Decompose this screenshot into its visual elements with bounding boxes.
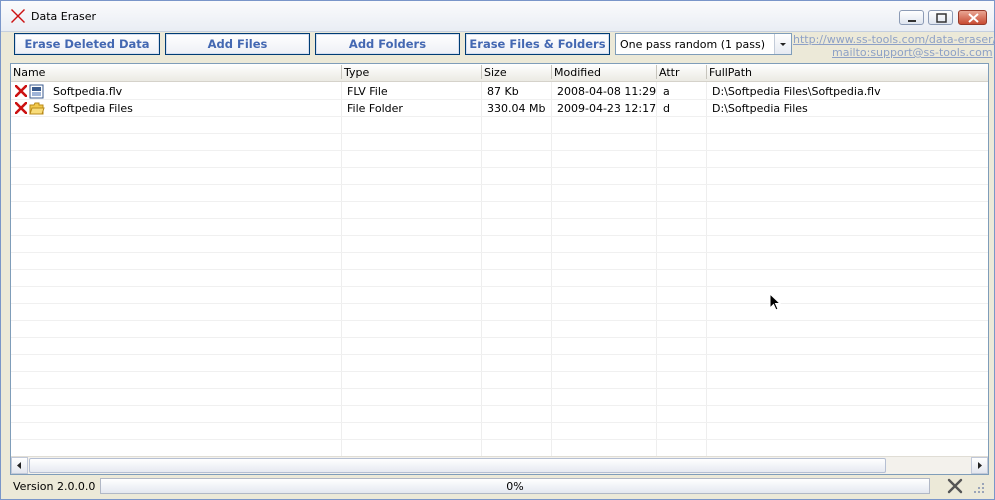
chevron-down-icon bbox=[780, 43, 786, 46]
row-type: File Folder bbox=[347, 102, 403, 115]
minimize-icon bbox=[908, 20, 916, 22]
grid-row-line bbox=[11, 354, 988, 355]
grid-row-line bbox=[11, 252, 988, 253]
toolbar: Erase Deleted Data Add Files Add Folders… bbox=[1, 32, 995, 62]
column-divider[interactable] bbox=[706, 65, 707, 79]
resize-grip-icon[interactable] bbox=[973, 482, 985, 494]
scroll-left-button[interactable] bbox=[11, 457, 28, 474]
grid-row-line bbox=[11, 439, 988, 440]
stop-x-icon[interactable] bbox=[946, 478, 964, 494]
grid-row-line bbox=[11, 133, 988, 134]
arrow-left-icon bbox=[17, 462, 21, 469]
grid-row-line bbox=[11, 167, 988, 168]
progress-bar: 0% bbox=[100, 478, 930, 494]
grid-row-line bbox=[11, 269, 988, 270]
row-fullpath: D:\Softpedia Files\Softpedia.flv bbox=[712, 85, 881, 98]
row-attr: a bbox=[663, 85, 670, 98]
row-name: Softpedia.flv bbox=[53, 85, 123, 98]
row-size: 330.04 Mb bbox=[487, 102, 546, 115]
support-email-link[interactable]: mailto:support@ss-tools.com bbox=[832, 46, 993, 59]
grid-row-line bbox=[11, 201, 988, 202]
grid-row-line bbox=[11, 150, 988, 151]
column-attr[interactable]: Attr bbox=[659, 66, 679, 79]
column-modified[interactable]: Modified bbox=[554, 66, 601, 79]
row-attr: d bbox=[663, 102, 670, 115]
minimize-button[interactable] bbox=[899, 10, 924, 25]
delete-x-icon[interactable] bbox=[15, 85, 27, 97]
grid-row-line bbox=[11, 388, 988, 389]
status-bar: Version 2.0.0.0 0% bbox=[1, 475, 994, 499]
grid-row-line bbox=[11, 422, 988, 423]
dropdown-arrow[interactable] bbox=[774, 34, 791, 54]
app-window: Data Eraser Erase Deleted Data Add Files… bbox=[0, 0, 995, 500]
folder-icon bbox=[29, 102, 45, 115]
grid-row-line bbox=[11, 337, 988, 338]
column-divider[interactable] bbox=[481, 65, 482, 79]
column-fullpath[interactable]: FullPath bbox=[709, 66, 752, 79]
grid-row-line bbox=[11, 235, 988, 236]
erase-method-value: One pass random (1 pass) bbox=[620, 38, 765, 51]
column-divider[interactable] bbox=[656, 65, 657, 79]
app-x-icon bbox=[11, 9, 25, 23]
grid-row-line bbox=[11, 184, 988, 185]
delete-x-icon[interactable] bbox=[15, 102, 27, 114]
row-modified: 2008-04-08 11:29 bbox=[557, 85, 657, 98]
column-divider[interactable] bbox=[341, 65, 342, 79]
grid-row-line bbox=[11, 286, 988, 287]
grid-row-line bbox=[11, 405, 988, 406]
erase-deleted-data-button[interactable]: Erase Deleted Data bbox=[14, 33, 160, 55]
row-modified: 2009-04-23 12:17 bbox=[557, 102, 657, 115]
column-type[interactable]: Type bbox=[344, 66, 369, 79]
add-files-button[interactable]: Add Files bbox=[165, 33, 310, 55]
file-list[interactable]: Name Type Size Modified Attr FullPath So… bbox=[10, 63, 989, 475]
column-name[interactable]: Name bbox=[13, 66, 45, 79]
maximize-button[interactable] bbox=[928, 10, 953, 25]
grid-row-line bbox=[11, 371, 988, 372]
progress-percent: 0% bbox=[506, 480, 524, 493]
table-row[interactable]: Softpedia.flv FLV File 87 Kb 2008-04-08 … bbox=[11, 83, 988, 100]
mouse-cursor-icon bbox=[769, 293, 782, 311]
close-icon bbox=[968, 13, 979, 23]
grid-row-line bbox=[11, 218, 988, 219]
row-type: FLV File bbox=[347, 85, 388, 98]
add-folders-button[interactable]: Add Folders bbox=[315, 33, 460, 55]
scrollbar-thumb[interactable] bbox=[29, 458, 886, 473]
horizontal-scrollbar[interactable] bbox=[11, 456, 988, 474]
grid-row-line bbox=[11, 320, 988, 321]
version-label: Version 2.0.0.0 bbox=[13, 480, 96, 493]
column-size[interactable]: Size bbox=[484, 66, 507, 79]
erase-method-select[interactable]: One pass random (1 pass) bbox=[615, 33, 792, 55]
maximize-icon bbox=[936, 13, 947, 23]
row-name: Softpedia Files bbox=[53, 102, 133, 115]
erase-files-folders-button[interactable]: Erase Files & Folders bbox=[465, 33, 610, 55]
title-bar[interactable]: Data Eraser bbox=[1, 1, 994, 32]
table-row[interactable]: Softpedia Files File Folder 330.04 Mb 20… bbox=[11, 100, 988, 117]
arrow-right-icon bbox=[978, 462, 982, 469]
flv-file-icon bbox=[29, 84, 44, 99]
scroll-right-button[interactable] bbox=[971, 457, 988, 474]
column-divider[interactable] bbox=[551, 65, 552, 79]
website-link[interactable]: http://www.ss-tools.com/data-eraser/ bbox=[793, 33, 995, 46]
close-button[interactable] bbox=[958, 10, 987, 25]
column-header: Name Type Size Modified Attr FullPath bbox=[11, 64, 988, 82]
window-title: Data Eraser bbox=[31, 10, 96, 23]
row-fullpath: D:\Softpedia Files bbox=[712, 102, 808, 115]
row-size: 87 Kb bbox=[487, 85, 519, 98]
grid-row-line bbox=[11, 303, 988, 304]
